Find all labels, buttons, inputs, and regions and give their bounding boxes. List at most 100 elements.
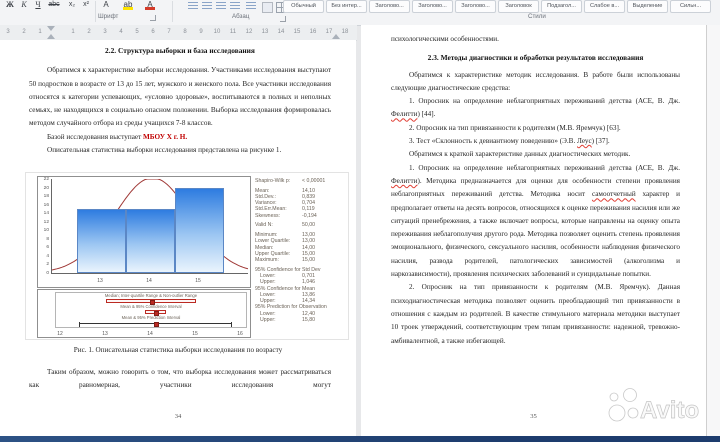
paragraph-conclusion[interactable]: Таким образом, можно говорить о том, что… — [29, 366, 331, 393]
underline-button[interactable]: Ч — [32, 0, 44, 11]
figure-caption[interactable]: Рис. 1. Описательная статистика выборки … — [0, 344, 356, 357]
font-color-bar — [145, 7, 155, 10]
style-gallery-item[interactable]: Выделение — [627, 0, 668, 13]
text-segment: 1. Опросник на определение неблагоприятн… — [409, 163, 680, 172]
page-number-34: 34 — [174, 412, 182, 420]
paragraph-methods-detail-intro[interactable]: Обратимся к краткой характеристике данны… — [391, 148, 680, 161]
ruler-number: 4 — [119, 29, 123, 35]
style-gallery-item[interactable]: Обычный — [283, 0, 324, 13]
histogram-panel: 22 20 18 16 14 12 10 8 6 4 2 0 13 14 15 — [37, 176, 251, 288]
right-gutter — [707, 25, 720, 436]
font-dialog-launcher-icon[interactable] — [150, 15, 156, 21]
interval-marker — [154, 321, 159, 327]
page-35-content: психологическими особенностями. 2.3. Мет… — [361, 25, 706, 348]
watermark-circle-large — [608, 404, 626, 422]
section-heading-2-3[interactable]: 2.3. Методы диагностики и обработки резу… — [391, 51, 680, 64]
y-tick-label: 0 — [46, 271, 49, 276]
horizontal-ruler[interactable]: 321 1 2 3 4 5 6 7 8 9 10 11 12 13 14 15 16 17 18 — [0, 25, 357, 41]
interval-row-label: Mean & 95% Confidence Interval — [120, 303, 182, 309]
style-gallery-item[interactable]: Без интер... — [326, 0, 367, 13]
style-gallery-item[interactable]: Подзагол... — [541, 0, 582, 13]
style-gallery-item[interactable]: Заголово... — [455, 0, 496, 13]
ruler-numbers: 1 2 3 4 5 6 7 8 9 10 11 12 13 14 15 16 17 18 — [65, 28, 353, 37]
list-item-3[interactable]: 3. Тест «Склонность к девиантному поведе… — [391, 135, 680, 148]
text-segment: ) [44]. — [417, 110, 436, 119]
highlight-color-button[interactable]: ab — [122, 0, 134, 11]
document-page-34[interactable]: 2.2. Структура выборки и база исследован… — [0, 40, 356, 437]
font-color-button[interactable]: А — [144, 0, 156, 11]
align-right-button[interactable] — [216, 2, 226, 11]
justify-button[interactable] — [230, 2, 240, 11]
spellcheck-word: самоотчетный — [591, 190, 636, 199]
highlight-color-bar — [123, 7, 133, 10]
subscript-button[interactable]: x₂ — [66, 0, 78, 11]
style-gallery-item[interactable]: Сильн... — [670, 0, 711, 13]
ruler-number: 6 — [151, 29, 155, 35]
x-tick-label: 13 — [97, 278, 103, 284]
spellcheck-word: Фелитти — [391, 176, 418, 185]
paragraph-figure-reference[interactable]: Описательная статистика выборки исследов… — [29, 144, 331, 157]
ruler-number: 13 — [261, 29, 269, 35]
line-spacing-button[interactable] — [246, 2, 256, 11]
y-tick-label: 12 — [43, 219, 49, 225]
interval-panel: Median; Inter-quartile Range & Non-outli… — [37, 289, 251, 338]
first-line-indent-marker[interactable] — [47, 26, 55, 31]
text-segment: ) [37]. — [591, 137, 610, 146]
ruler-number: 7 — [167, 29, 171, 35]
paragraph-dialog-launcher-icon[interactable] — [280, 16, 286, 22]
paragraph-research-base[interactable]: Базой исследования выступает МБОУ Х г. Н… — [29, 131, 331, 144]
paragraph-methods-intro[interactable]: Обратимся к характеристике методик иссле… — [391, 69, 680, 96]
redacted-school-name: МБОУ Х г. Н. — [143, 132, 188, 141]
style-gallery-item[interactable]: Заголовок — [498, 0, 539, 13]
list-item-1[interactable]: 1. Опросник на определение неблагоприятн… — [391, 95, 680, 122]
shading-button[interactable] — [262, 2, 273, 13]
avito-watermark: Avito — [608, 388, 699, 424]
document-page-35[interactable]: психологическими особенностями. 2.3. Мет… — [361, 25, 707, 437]
x-tick-label: 14 — [147, 331, 153, 337]
list-item-2[interactable]: 2. Опросник на тип привязанности к родит… — [391, 122, 680, 135]
figure-descriptive-statistics[interactable]: 22 20 18 16 14 12 10 8 6 4 2 0 13 14 15 Median; Inter… — [25, 172, 349, 340]
paragraph-ace-method[interactable]: 1. Опросник на определение неблагоприятн… — [391, 162, 680, 282]
text-effects-button[interactable]: А — [100, 0, 112, 11]
section-heading-2-2[interactable]: 2.2. Структура выборки и база исследован… — [29, 44, 331, 57]
align-left-button[interactable] — [188, 2, 198, 11]
style-gallery-item[interactable]: Заголово... — [369, 0, 410, 13]
spellcheck-word: Фелитти — [391, 110, 418, 119]
ruler-number: 14 — [277, 29, 285, 35]
style-gallery-item[interactable]: Слабое в... — [584, 0, 625, 13]
superscript-button[interactable]: x² — [80, 0, 92, 11]
paragraph-sample-description[interactable]: Обратимся к характеристике выборки иссле… — [29, 64, 331, 130]
ruler-number: 1 — [38, 29, 42, 35]
interval-row-label: Median; Inter-quartile Range & Non-outli… — [104, 292, 198, 298]
histogram-bar — [76, 208, 126, 273]
x-tick-label: 15 — [195, 278, 201, 284]
y-tick-label: 22 — [43, 177, 49, 182]
ruler-number: 10 — [213, 29, 221, 35]
text-segment: 3. Тест «Склонность к девиантному поведе… — [409, 137, 578, 146]
ruler-number: 11 — [229, 29, 237, 35]
ruler-number: 16 — [309, 29, 317, 35]
paragraph-tail[interactable]: психологическими особенностями. — [391, 33, 680, 46]
ruler-number: 9 — [199, 29, 203, 35]
bold-button[interactable]: Ж — [4, 0, 16, 11]
interval-row-label: Mean & 95% Prediction Interval — [121, 314, 181, 320]
align-center-button[interactable] — [202, 2, 212, 11]
italic-button[interactable]: К — [18, 0, 30, 11]
ruler-margin-numbers: 3 2 1 — [0, 28, 48, 37]
x-tick-label: 16 — [237, 331, 243, 337]
text-segment: 1. Опросник на определение неблагоприятн… — [409, 97, 680, 106]
y-tick-label: 8 — [46, 236, 49, 242]
y-tick-label: 4 — [46, 253, 49, 259]
y-tick-label: 10 — [43, 228, 49, 234]
right-indent-marker[interactable] — [332, 34, 340, 39]
ruler-number: 1 — [71, 29, 75, 35]
left-indent-marker[interactable] — [47, 34, 55, 39]
page-34-content: 2.2. Структура выборки и база исследован… — [0, 40, 356, 157]
spellcheck-word: Леус — [577, 137, 592, 146]
ruler-number: 15 — [293, 29, 301, 35]
paragraph-attachment-method[interactable]: 2. Опросник на тип привязанности к родит… — [391, 281, 680, 347]
ruler-number: 3 — [6, 29, 10, 35]
style-gallery-item[interactable]: Заголово... — [412, 0, 453, 13]
histogram-bar — [174, 187, 224, 273]
strikethrough-button[interactable]: abc — [48, 0, 60, 11]
